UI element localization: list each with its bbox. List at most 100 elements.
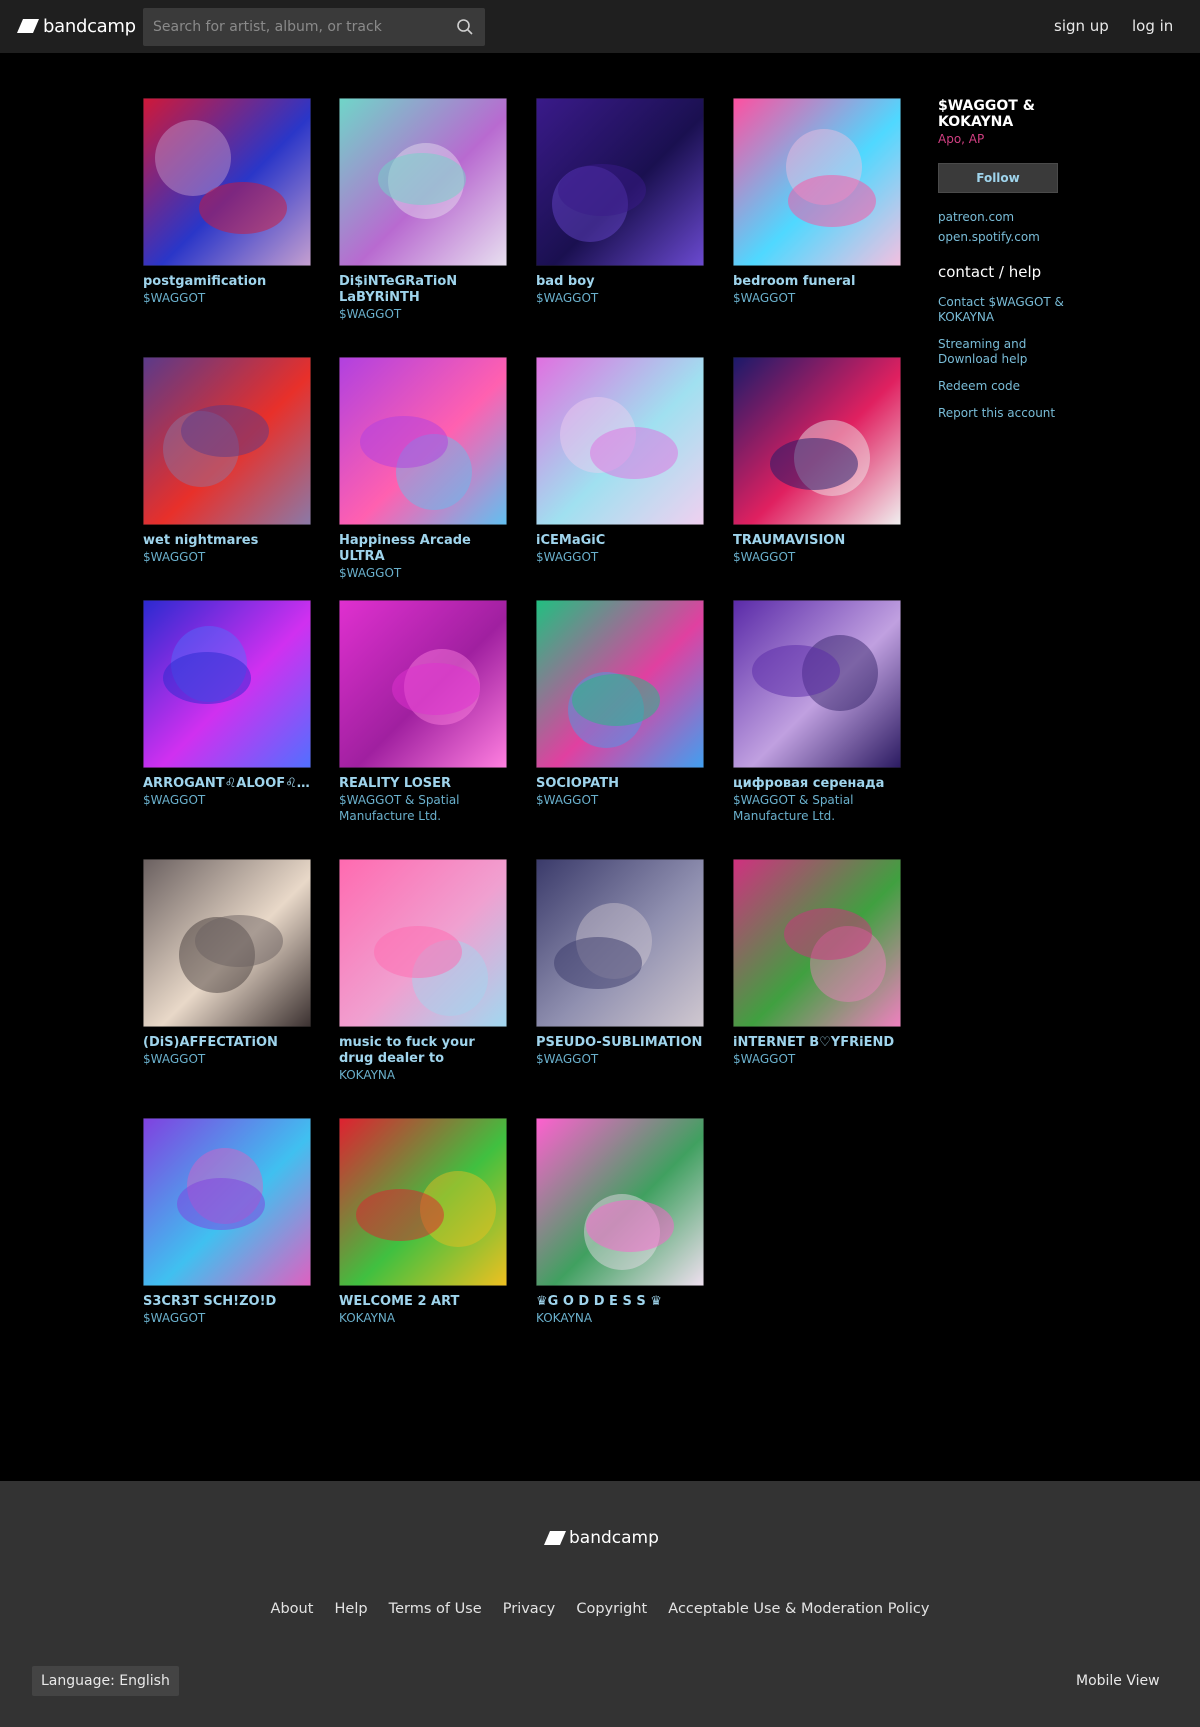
album-cover[interactable] <box>143 859 311 1027</box>
footer-link-privacy[interactable]: Privacy <box>503 1601 556 1617</box>
language-value: English <box>119 1673 170 1689</box>
album-title[interactable]: Happiness Arcade ULTRA <box>339 533 507 565</box>
album-cover[interactable] <box>733 357 901 525</box>
band-links: patreon.com open.spotify.com <box>938 207 1066 247</box>
album-title[interactable]: SOCIOPATH <box>536 776 704 792</box>
album-title[interactable]: WELCOME 2 ART <box>339 1294 507 1310</box>
bandcamp-logo[interactable]: bandcamp <box>17 14 136 38</box>
album-cover[interactable] <box>536 600 704 768</box>
album-title[interactable]: wet nightmares <box>143 533 311 549</box>
album-artist: $WAGGOT <box>143 1311 206 1325</box>
album-item[interactable]: цифровая серенада $WAGGOT & Spatial Manuf… <box>733 600 901 824</box>
album-title[interactable]: music to fuck your drug dealer to <box>339 1035 507 1067</box>
album-title[interactable]: ♛G O D D E S S ♛ <box>536 1294 704 1310</box>
album-title[interactable]: REALITY LOSER <box>339 776 507 792</box>
album-cover[interactable] <box>143 600 311 768</box>
album-title[interactable]: iNTERNET B♡YFRiEND <box>733 1035 901 1051</box>
album-item[interactable]: postgamification $WAGGOT <box>143 98 311 306</box>
footer-links: About Help Terms of Use Privacy Copyrigh… <box>0 1598 1200 1617</box>
album-artist: $WAGGOT <box>143 291 206 305</box>
album-artist: $WAGGOT <box>339 566 402 580</box>
album-cover[interactable] <box>733 600 901 768</box>
album-cover[interactable] <box>339 859 507 1027</box>
album-item[interactable]: iNTERNET B♡YFRiEND $WAGGOT <box>733 859 901 1067</box>
album-cover[interactable] <box>536 98 704 266</box>
album-cover[interactable] <box>536 357 704 525</box>
login-link[interactable]: log in <box>1132 17 1173 35</box>
album-artist: $WAGGOT <box>143 793 206 807</box>
album-title[interactable]: bedroom funeral <box>733 274 901 290</box>
album-cover[interactable] <box>143 98 311 266</box>
report-account-link[interactable]: Report this account <box>938 406 1066 421</box>
album-artist: $WAGGOT <box>143 1052 206 1066</box>
language-selector[interactable]: Language: English <box>32 1666 179 1696</box>
album-cover[interactable] <box>536 859 704 1027</box>
band-location: Apo, AP <box>938 132 985 146</box>
footer-link-copyright[interactable]: Copyright <box>576 1601 647 1617</box>
footer-link-about[interactable]: About <box>271 1601 314 1617</box>
album-cover[interactable] <box>339 1118 507 1286</box>
album-title[interactable]: postgamification <box>143 274 311 290</box>
album-title[interactable]: Di$iNTeGRaTioN LaBYRiNTH <box>339 274 507 306</box>
album-cover[interactable] <box>536 1118 704 1286</box>
album-artist: KOKAYNA <box>339 1311 396 1325</box>
band-name: $WAGGOT & KOKAYNA <box>938 98 1035 130</box>
band-sidebar: $WAGGOT & KOKAYNA Apo, AP Follow patreon… <box>938 98 1066 433</box>
album-cover[interactable] <box>733 859 901 1027</box>
signup-link[interactable]: sign up <box>1054 17 1109 35</box>
footer-logo[interactable]: bandcamp <box>544 1528 659 1548</box>
spotify-link[interactable]: open.spotify.com <box>938 227 1066 247</box>
album-item[interactable]: Happiness Arcade ULTRA $WAGGOT <box>339 357 507 581</box>
album-item[interactable]: PSEUDO-SUBLIMATION $WAGGOT <box>536 859 704 1067</box>
album-item[interactable]: Di$iNTeGRaTioN LaBYRiNTH $WAGGOT <box>339 98 507 322</box>
album-artist: $WAGGOT & Spatial Manufacture Ltd. <box>339 793 460 823</box>
album-title[interactable]: S3CR3T SCH!ZO!D <box>143 1294 311 1310</box>
album-item[interactable]: REALITY LOSER $WAGGOT & Spatial Manufactu… <box>339 600 507 824</box>
album-cover[interactable] <box>733 98 901 266</box>
logo-text: bandcamp <box>43 15 136 37</box>
album-item[interactable]: WELCOME 2 ART KOKAYNA <box>339 1118 507 1326</box>
album-artist: KOKAYNA <box>339 1068 396 1082</box>
search-input[interactable] <box>143 8 443 46</box>
album-title[interactable]: PSEUDO-SUBLIMATION <box>536 1035 704 1051</box>
album-cover[interactable] <box>143 357 311 525</box>
album-artist: $WAGGOT <box>733 291 796 305</box>
album-item[interactable]: iCEMaGiC $WAGGOT <box>536 357 704 565</box>
album-cover[interactable] <box>339 357 507 525</box>
follow-button[interactable]: Follow <box>938 163 1058 193</box>
album-artist: $WAGGOT <box>536 793 599 807</box>
album-cover[interactable] <box>339 600 507 768</box>
album-item[interactable]: bedroom funeral $WAGGOT <box>733 98 901 306</box>
album-title[interactable]: ARROGANT♌ALOOF♌AAA <box>143 776 311 792</box>
patreon-link[interactable]: patreon.com <box>938 207 1066 227</box>
mobile-view-link[interactable]: Mobile View <box>1076 1673 1160 1689</box>
album-title[interactable]: iCEMaGiC <box>536 533 704 549</box>
album-title[interactable]: bad boy <box>536 274 704 290</box>
search-icon[interactable] <box>456 18 474 36</box>
album-item[interactable]: bad boy $WAGGOT <box>536 98 704 306</box>
album-title[interactable]: TRAUMAVISION <box>733 533 901 549</box>
album-artist: $WAGGOT <box>733 550 796 564</box>
album-item[interactable]: SOCIOPATH $WAGGOT <box>536 600 704 808</box>
album-item[interactable]: TRAUMAVISION $WAGGOT <box>733 357 901 565</box>
album-cover[interactable] <box>339 98 507 266</box>
top-bar: bandcamp sign up log in <box>0 0 1200 53</box>
album-item[interactable]: wet nightmares $WAGGOT <box>143 357 311 565</box>
footer-link-help[interactable]: Help <box>335 1601 368 1617</box>
album-title[interactable]: (DiS)AFFECTATiON <box>143 1035 311 1051</box>
search-box <box>143 8 485 46</box>
album-item[interactable]: music to fuck your drug dealer to KOKAYNA <box>339 859 507 1083</box>
album-title[interactable]: цифровая серенада <box>733 776 901 792</box>
redeem-code-link[interactable]: Redeem code <box>938 379 1066 394</box>
bandcamp-logo-icon <box>17 19 39 33</box>
album-cover[interactable] <box>143 1118 311 1286</box>
album-item[interactable]: ARROGANT♌ALOOF♌AAA $WAGGOT <box>143 600 311 808</box>
footer-link-terms[interactable]: Terms of Use <box>389 1601 482 1617</box>
album-item[interactable]: (DiS)AFFECTATiON $WAGGOT <box>143 859 311 1067</box>
album-artist: $WAGGOT <box>733 1052 796 1066</box>
album-item[interactable]: S3CR3T SCH!ZO!D $WAGGOT <box>143 1118 311 1326</box>
streaming-help-link[interactable]: Streaming and Download help <box>938 337 1066 367</box>
footer-link-acceptable-use[interactable]: Acceptable Use & Moderation Policy <box>668 1601 929 1617</box>
album-item[interactable]: ♛G O D D E S S ♛ KOKAYNA <box>536 1118 704 1326</box>
contact-link[interactable]: Contact $WAGGOT & KOKAYNA <box>938 295 1066 325</box>
